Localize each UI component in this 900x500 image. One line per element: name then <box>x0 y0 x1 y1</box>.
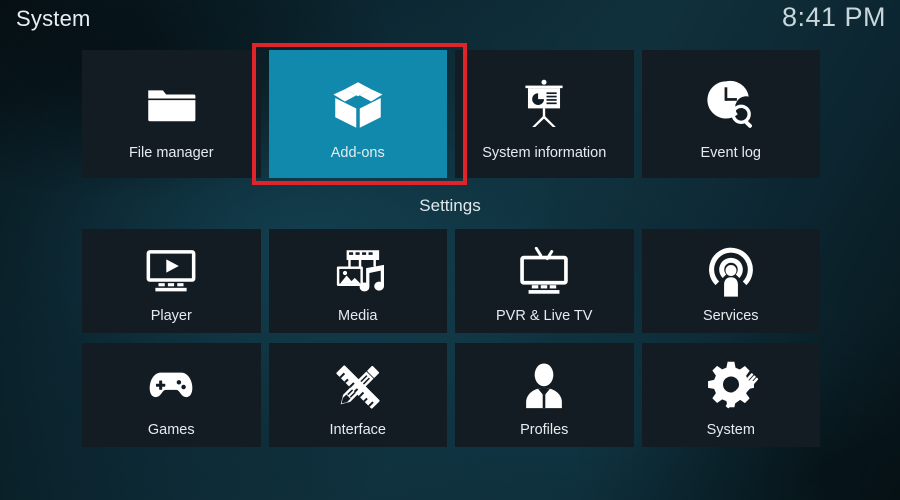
tile-media[interactable]: Media <box>268 229 448 333</box>
clock-search-icon <box>642 76 821 134</box>
tile-interface[interactable]: Interface <box>268 343 448 447</box>
tile-profiles[interactable]: Profiles <box>455 343 634 447</box>
tile-label: System information <box>482 145 607 161</box>
tile-label: Media <box>338 308 378 324</box>
tv-antenna-icon <box>455 247 634 299</box>
folder-icon <box>82 76 261 134</box>
tile-label: Interface <box>329 422 386 438</box>
tile-label: File manager <box>128 145 214 161</box>
tile-services[interactable]: Services <box>641 229 821 333</box>
tile-label: Services <box>702 308 759 324</box>
presentation-icon <box>455 76 634 134</box>
settings-tile-row-1: Player Media PVR & Live TV Services <box>82 229 820 333</box>
tile-label: Profiles <box>520 422 569 438</box>
tile-system[interactable]: System <box>641 343 821 447</box>
tile-pvr-live-tv[interactable]: PVR & Live TV <box>455 229 634 333</box>
settings-section-label: Settings <box>419 196 481 215</box>
tile-add-ons[interactable]: Add-ons <box>268 50 448 178</box>
gamepad-icon <box>82 361 261 413</box>
header-bar: System 8:41 PM <box>0 0 900 46</box>
top-tile-row: File manager Add-ons System information Eve… <box>82 50 820 178</box>
tile-label: System <box>706 422 755 438</box>
tile-label: PVR & Live TV <box>496 308 593 324</box>
tile-label: Add-ons <box>330 145 385 161</box>
tile-games[interactable]: Games <box>82 343 261 447</box>
pencil-ruler-icon <box>269 361 448 413</box>
user-bust-icon <box>455 361 634 413</box>
kodi-system-screen: System 8:41 PM File manager Add-ons System… <box>0 0 900 500</box>
tile-file-manager[interactable]: File manager <box>82 50 261 178</box>
page-title: System <box>16 6 91 31</box>
tile-label: Player <box>150 308 192 324</box>
tile-system-information[interactable]: System information <box>455 50 634 178</box>
monitor-play-icon <box>82 247 261 299</box>
clock: 8:41 PM <box>781 2 886 32</box>
tile-player[interactable]: Player <box>82 229 261 333</box>
tile-label: Games <box>147 422 195 438</box>
gear-wrench-icon <box>642 361 821 413</box>
open-box-icon <box>269 76 448 134</box>
tile-event-log[interactable]: Event log <box>641 50 821 178</box>
media-stack-icon <box>269 247 448 299</box>
settings-tile-row-2: Games Interface Profiles System <box>82 343 820 447</box>
broadcast-user-icon <box>642 247 821 299</box>
tile-label: Event log <box>700 145 761 161</box>
